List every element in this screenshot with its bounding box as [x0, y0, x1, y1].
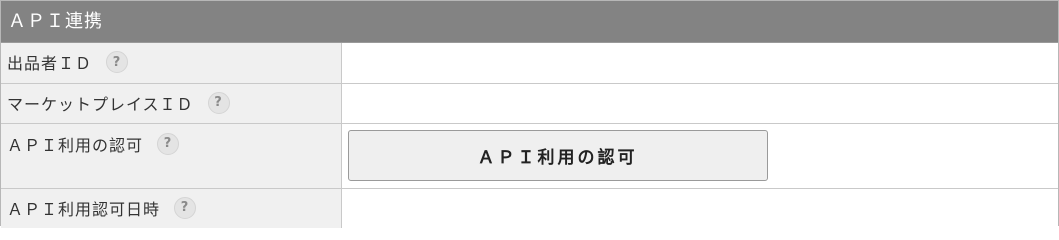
seller-id-value	[341, 43, 1058, 83]
marketplace-id-label: マーケットプレイスＩＤ	[7, 94, 194, 114]
panel-title: ＡＰＩ連携	[1, 1, 1058, 43]
table-row-seller-id: 出品者ＩＤ ?	[1, 43, 1058, 83]
question-circle-icon[interactable]: ?	[207, 91, 230, 114]
api-integration-panel: ＡＰＩ連携 出品者ＩＤ ? マーケットプレイスＩＤ ? ＡＰＩ利用の認可 ? Ａ…	[0, 0, 1059, 228]
api-authorize-button[interactable]: ＡＰＩ利用の認可	[347, 129, 768, 181]
table-row-api-authorization: ＡＰＩ利用の認可 ? ＡＰＩ利用の認可	[1, 122, 1058, 188]
api-authorization-label-cell: ＡＰＩ利用の認可 ?	[1, 122, 342, 188]
question-circle-icon[interactable]: ?	[157, 132, 180, 155]
question-circle-icon[interactable]: ?	[106, 51, 129, 73]
api-authorization-value-cell: ＡＰＩ利用の認可	[341, 122, 1058, 188]
api-authorized-at-value	[341, 187, 1058, 228]
marketplace-id-label-cell: マーケットプレイスＩＤ ?	[1, 82, 342, 123]
api-authorized-at-label-cell: ＡＰＩ利用認可日時 ?	[1, 187, 342, 228]
question-circle-icon[interactable]: ?	[174, 196, 197, 219]
api-authorized-at-label: ＡＰＩ利用認可日時	[7, 199, 161, 219]
seller-id-label-cell: 出品者ＩＤ ?	[1, 43, 342, 83]
api-settings-table: 出品者ＩＤ ? マーケットプレイスＩＤ ? ＡＰＩ利用の認可 ? ＡＰＩ利用の認…	[1, 43, 1058, 228]
api-authorization-label: ＡＰＩ利用の認可	[7, 135, 144, 155]
table-row-marketplace-id: マーケットプレイスＩＤ ?	[1, 82, 1058, 123]
marketplace-id-value	[341, 82, 1058, 123]
seller-id-label: 出品者ＩＤ	[7, 54, 93, 73]
table-row-api-authorized-at: ＡＰＩ利用認可日時 ?	[1, 187, 1058, 228]
